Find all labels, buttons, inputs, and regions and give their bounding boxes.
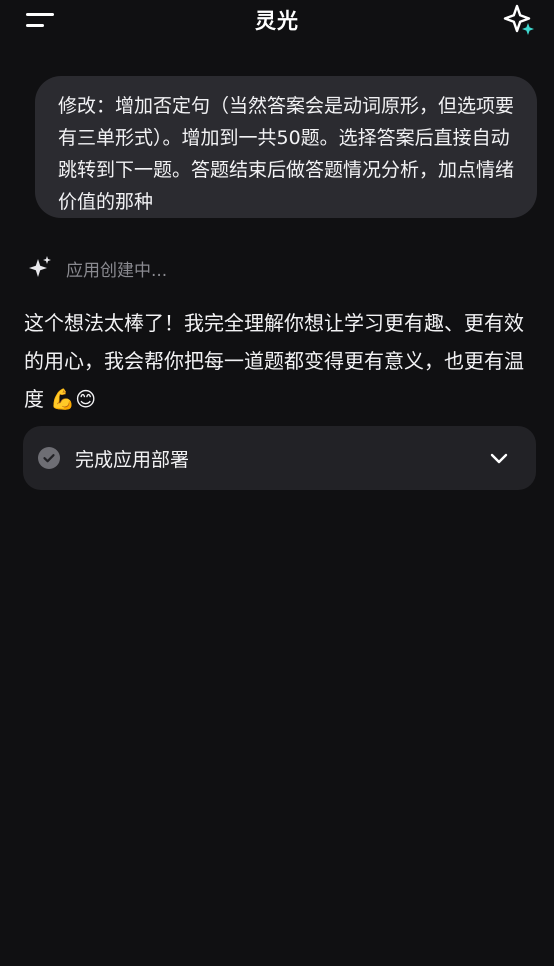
assistant-message-text: 这个想法太棒了！我完全理解你想让学习更有趣、更有效的用心，我会帮你把每一道题都变… — [24, 311, 524, 411]
chevron-down-icon — [490, 453, 508, 464]
sparkle-loading-icon — [29, 256, 51, 277]
sparkle-button[interactable] — [502, 3, 536, 37]
sparkle-icon — [503, 4, 534, 35]
app-creating-status: 应用创建中... — [28, 254, 167, 282]
user-message-bubble: 修改：增加否定句（当然答案会是动词原形，但选项要有三单形式）。增加到一共50题。… — [35, 76, 537, 218]
app-title: 灵光 — [255, 9, 299, 33]
expand-button[interactable] — [488, 447, 510, 469]
user-message-text: 修改：增加否定句（当然答案会是动词原形，但选项要有三单形式）。增加到一共50题。… — [58, 95, 515, 213]
deploy-step-card[interactable]: 完成应用部署 — [23, 426, 536, 490]
check-circle-icon — [38, 447, 60, 469]
assistant-message: 这个想法太棒了！我完全理解你想让学习更有趣、更有效的用心，我会帮你把每一道题都变… — [24, 304, 534, 418]
status-text: 应用创建中... — [66, 260, 168, 281]
top-bar: 灵光 — [0, 0, 554, 40]
deploy-step-label: 完成应用部署 — [75, 448, 190, 471]
